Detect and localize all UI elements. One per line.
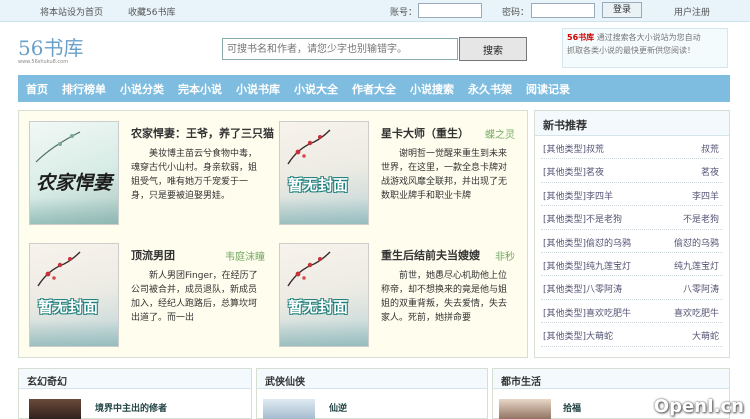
list-item-link[interactable]: [其他类型]大萌蛇 bbox=[543, 329, 613, 342]
account-label: 账号： bbox=[390, 8, 418, 18]
promo-box: 56书库 通过搜索各大小说站为您自动 抓取各类小说的最快更新供您阅读！ bbox=[562, 28, 728, 68]
top-bar: 将本站设为首页 收藏56书库 账号： 密码： 登录 用户注册 bbox=[0, 0, 750, 22]
list-item-author[interactable]: 不是老狗 bbox=[683, 212, 719, 225]
book-card: 农家悍妻 农家悍妻：王爷，养了三只猫 美妆博主苗云兮食物中毒，魂穿古代小山村。身… bbox=[21, 115, 274, 231]
list-item-author[interactable]: 叔荒 bbox=[701, 142, 719, 155]
list-item-author[interactable]: 八零阿涛 bbox=[683, 282, 719, 295]
nav-home[interactable]: 首页 bbox=[26, 81, 48, 97]
category-title[interactable]: 武侠仙侠 bbox=[257, 369, 487, 389]
list-item-author[interactable]: 纯九莲宝灯 bbox=[674, 259, 719, 272]
login-button[interactable]: 登录 bbox=[602, 2, 642, 18]
main-nav: 首页 排行榜单 小说分类 完本小说 小说书库 小说大全 作者大全 小说搜索 永久… bbox=[18, 75, 730, 102]
list-item-link[interactable]: [其他类型]茗夜 bbox=[543, 165, 604, 178]
new-books-sidebar: 新书推荐 [其他类型]叔荒 叔荒 [其他类型]茗夜 茗夜 [其他类型]李四羊 李四羊 … bbox=[534, 110, 730, 358]
book-title[interactable]: 拾福 bbox=[563, 401, 581, 414]
plum-blossom-icon bbox=[37, 251, 81, 287]
list-item-link[interactable]: [其他类型]纯九莲宝灯 bbox=[543, 259, 631, 272]
cover-title: 暂无封面 bbox=[288, 176, 349, 194]
search-button[interactable]: 搜索 bbox=[459, 37, 527, 61]
book-author[interactable]: 蝶之灵 bbox=[485, 126, 515, 141]
account-input[interactable] bbox=[418, 3, 482, 18]
list-item-link[interactable]: [其他类型]偷怼的乌鸦 bbox=[543, 236, 631, 249]
book-title[interactable]: 境界中主出的修者 bbox=[95, 401, 167, 414]
book-cover[interactable]: 暂无封面 bbox=[29, 243, 119, 347]
list-item-link[interactable]: [其他类型]不是老狗 bbox=[543, 212, 622, 225]
nav-library[interactable]: 小说书库 bbox=[236, 81, 280, 97]
promo-site-name: 56书库 bbox=[567, 33, 595, 42]
watermark: OpenI.cn bbox=[653, 396, 744, 417]
book-author[interactable]: 非秒 bbox=[495, 248, 515, 263]
book-thumbnail[interactable] bbox=[29, 399, 81, 419]
book-cover[interactable]: 暂无封面 bbox=[279, 121, 369, 225]
book-title[interactable]: 星卡大师（重生） bbox=[381, 125, 481, 141]
book-title[interactable]: 农家悍妻：王爷，养了三只猫 bbox=[131, 125, 274, 141]
list-item: [其他类型]八零阿涛 八零阿涛 bbox=[541, 276, 723, 300]
promo-text-2: 抓取各类小说的最快更新供您阅读！ bbox=[567, 46, 695, 55]
plum-blossom-icon bbox=[287, 251, 331, 287]
list-item-link[interactable]: [其他类型]叔荒 bbox=[543, 142, 604, 155]
list-item-author[interactable]: 茗夜 bbox=[701, 165, 719, 178]
list-item-author[interactable]: 大萌蛇 bbox=[692, 329, 719, 342]
nav-all-novels[interactable]: 小说大全 bbox=[294, 81, 338, 97]
category-fantasy: 玄幻奇幻 境界中主出的修者 bbox=[18, 368, 252, 419]
list-item: [其他类型]不是老狗 不是老狗 bbox=[541, 206, 723, 230]
nav-history[interactable]: 阅读记录 bbox=[526, 81, 570, 97]
book-cover[interactable]: 农家悍妻 bbox=[29, 121, 119, 225]
register-link[interactable]: 用户注册 bbox=[674, 5, 710, 18]
book-description: 前世，她愚尽心机助他上位称帝，却不想换来的竟是他与姐姐的双重背叛，失去爱情，失去… bbox=[381, 271, 508, 323]
book-card: 暂无封面 重生后结前夫当嫂嫂 非秒 前世，她愚尽心机助他上位称帝，却不想换来的竟… bbox=[271, 237, 517, 353]
book-thumbnail[interactable] bbox=[499, 399, 551, 419]
list-item: [其他类型]茗夜 茗夜 bbox=[541, 159, 723, 183]
book-cover[interactable]: 暂无封面 bbox=[279, 243, 369, 347]
book-title[interactable]: 仙逆 bbox=[329, 401, 347, 414]
list-item: [其他类型]偷怼的乌鸦 偷怼的乌鸦 bbox=[541, 230, 723, 253]
list-item: [其他类型]大萌蛇 大萌蛇 bbox=[541, 323, 723, 347]
list-item-author[interactable]: 喜欢吃肥牛 bbox=[674, 306, 719, 319]
book-description: 美妆博主苗云兮食物中毒，魂穿古代小山村。身亲软弱，姐姐受气，唯有她万千宠爱于一身… bbox=[131, 149, 258, 201]
bookmark-link[interactable]: 收藏56书库 bbox=[128, 5, 175, 18]
branch-art-icon bbox=[35, 131, 81, 163]
book-description: 新人男团Finger，在经历了公司被合并，成员退队，新成员加入，经纪人跑路后，总… bbox=[131, 271, 258, 323]
book-description: 谢明哲一觉醒来重生到未来世界，在这里，一款全息卡牌对战游戏风靡全联邦，并出现了无… bbox=[381, 149, 508, 201]
nav-authors[interactable]: 作者大全 bbox=[352, 81, 396, 97]
cover-title: 暂无封面 bbox=[288, 298, 349, 316]
plum-blossom-icon bbox=[287, 129, 331, 165]
list-item-author[interactable]: 偷怼的乌鸦 bbox=[674, 236, 719, 249]
sidebar-title: 新书推荐 bbox=[535, 111, 729, 136]
header: 56书库 www.56shuku8.com 搜索 56书库 通过搜索各大小说站为… bbox=[0, 22, 750, 74]
book-card: 暂无封面 顶流男团 韦庭沫瞳 新人男团Finger，在经历了公司被合并，成员退队… bbox=[21, 237, 267, 353]
logo-url: www.56shuku8.com bbox=[18, 59, 69, 65]
nav-search[interactable]: 小说搜索 bbox=[410, 81, 454, 97]
promo-text-1: 通过搜索各大小说站为您自动 bbox=[596, 33, 701, 42]
category-title[interactable]: 都市生活 bbox=[493, 369, 729, 389]
search-input[interactable] bbox=[222, 38, 458, 60]
book-title[interactable]: 重生后结前夫当嫂嫂 bbox=[381, 247, 491, 263]
site-logo[interactable]: 56书库 bbox=[18, 32, 83, 61]
nav-completed[interactable]: 完本小说 bbox=[178, 81, 222, 97]
set-home-link[interactable]: 将本站设为首页 bbox=[40, 5, 103, 18]
list-item-link[interactable]: [其他类型]八零阿涛 bbox=[543, 282, 622, 295]
list-item: [其他类型]喜欢吃肥牛 喜欢吃肥牛 bbox=[541, 300, 723, 324]
book-author[interactable]: 韦庭沫瞳 bbox=[225, 248, 265, 263]
password-input[interactable] bbox=[531, 3, 595, 18]
list-item: [其他类型]叔荒 叔荒 bbox=[541, 136, 723, 160]
password-label: 密码： bbox=[502, 8, 530, 18]
nav-categories[interactable]: 小说分类 bbox=[120, 81, 164, 97]
book-card: 暂无封面 星卡大师（重生） 蝶之灵 谢明哲一觉醒来重生到未来世界，在这里，一款全… bbox=[271, 115, 517, 231]
category-sections: 玄幻奇幻 境界中主出的修者 武侠仙侠 仙逆 都市生活 拾福 bbox=[18, 368, 730, 419]
featured-books-panel: 农家悍妻 农家悍妻：王爷，养了三只猫 美妆博主苗云兮食物中毒，魂穿古代小山村。身… bbox=[18, 110, 528, 358]
nav-bookshelf[interactable]: 永久书架 bbox=[468, 81, 512, 97]
list-item-link[interactable]: [其他类型]喜欢吃肥牛 bbox=[543, 306, 631, 319]
cover-title: 农家悍妻 bbox=[36, 172, 113, 194]
category-title[interactable]: 玄幻奇幻 bbox=[19, 369, 251, 389]
book-thumbnail[interactable] bbox=[263, 399, 315, 419]
list-item: [其他类型]李四羊 李四羊 bbox=[541, 183, 723, 207]
list-item-link[interactable]: [其他类型]李四羊 bbox=[543, 189, 613, 202]
category-wuxia: 武侠仙侠 仙逆 bbox=[256, 368, 488, 419]
cover-title: 暂无封面 bbox=[38, 298, 99, 316]
book-title[interactable]: 顶流男团 bbox=[131, 247, 211, 263]
list-item: [其他类型]纯九莲宝灯 纯九莲宝灯 bbox=[541, 253, 723, 277]
nav-ranking[interactable]: 排行榜单 bbox=[62, 81, 106, 97]
list-item-author[interactable]: 李四羊 bbox=[692, 189, 719, 202]
